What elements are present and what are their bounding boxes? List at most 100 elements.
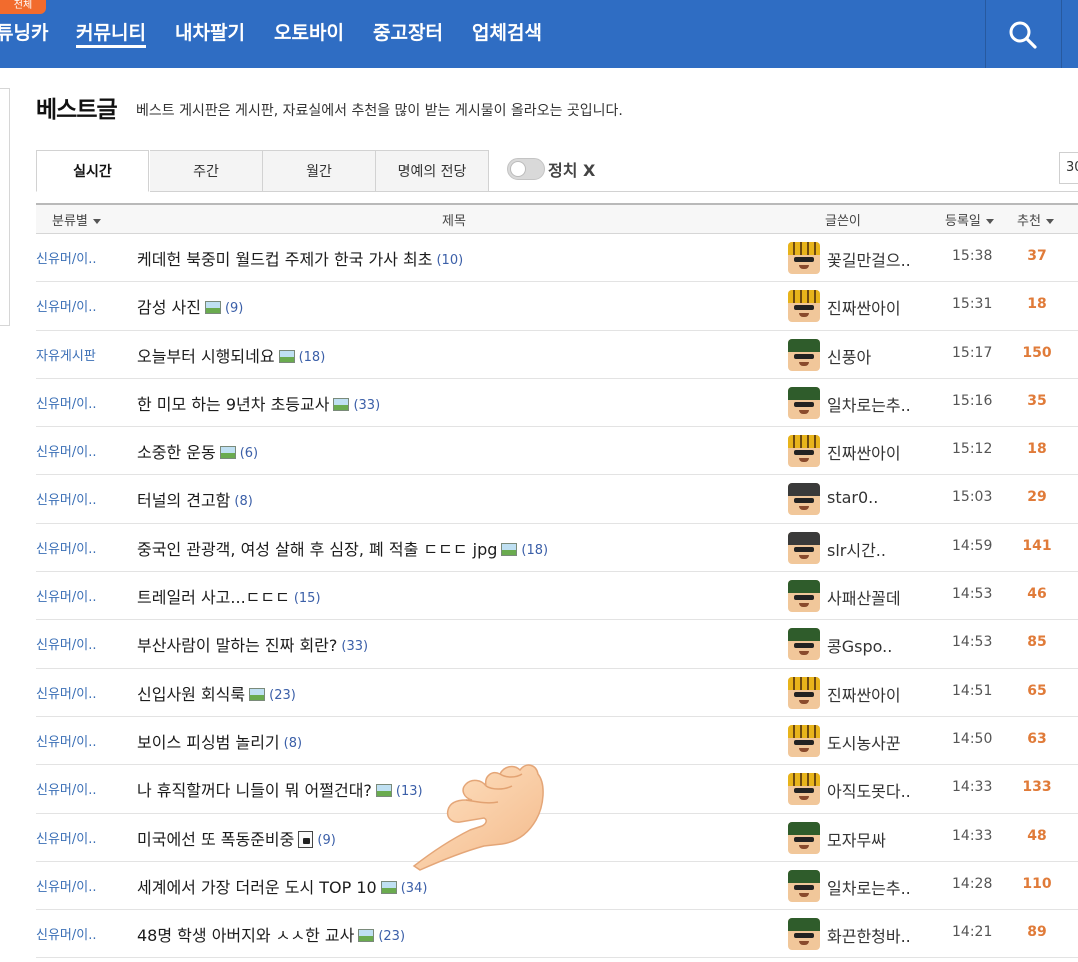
avatar-hat: [788, 773, 820, 787]
table-row[interactable]: 신유머/이.. 세계에서 가장 더러운 도시 TOP 10 (34) 일차로는추.. 1…: [36, 862, 1078, 911]
nav-item-company-search[interactable]: 업체검색: [472, 20, 542, 48]
post-title-link[interactable]: 오늘부터 시행되네요 (18): [137, 343, 325, 367]
table-row[interactable]: 신유머/이.. 미국에선 또 폭동준비중 (9) 모자무싸 14:33 48: [36, 814, 1078, 862]
post-title-link[interactable]: 나 휴직할꺼다 니들이 뭐 어쩔건대? (13): [137, 777, 423, 801]
table-row[interactable]: 신유머/이.. 신입사원 회식룩 (23) 진짜싼아이 14:51 65: [36, 669, 1078, 717]
table-row[interactable]: 신유머/이.. 트레일러 사고...ㄷㄷㄷ (15) 사패산꼴데 14:53 46: [36, 572, 1078, 621]
avatar[interactable]: [788, 531, 820, 564]
post-category[interactable]: 신유머/이..: [36, 586, 97, 605]
post-category[interactable]: 신유머/이..: [36, 296, 97, 315]
top-badge[interactable]: 전체: [0, 0, 46, 14]
table-row[interactable]: 신유머/이.. 나 휴직할꺼다 니들이 뭐 어쩔건대? (13) 아직도못다.. 14:…: [36, 765, 1078, 814]
recommend-count: 65: [1027, 682, 1047, 699]
post-title-link[interactable]: 한 미모 하는 9년차 초등교사 (33): [137, 391, 380, 415]
avatar[interactable]: [788, 435, 820, 468]
post-title-link[interactable]: 미국에선 또 폭동준비중 (9): [137, 826, 336, 850]
post-author[interactable]: 아직도못다..: [827, 778, 911, 802]
post-category[interactable]: 신유머/이..: [36, 731, 97, 750]
avatar[interactable]: [788, 628, 820, 661]
table-row[interactable]: 신유머/이.. 소중한 운동 (6) 진짜싼아이 15:12 18: [36, 427, 1078, 476]
post-category[interactable]: 신유머/이..: [36, 779, 97, 798]
per-page-select[interactable]: 30: [1059, 152, 1078, 184]
table-row[interactable]: 신유머/이.. 터널의 견고함 (8) star0.. 15:03 29: [36, 475, 1078, 524]
post-category[interactable]: 신유머/이..: [36, 924, 97, 943]
avatar[interactable]: [788, 724, 820, 757]
avatar[interactable]: [788, 580, 820, 613]
column-category-label: 분류별: [52, 214, 88, 229]
post-category[interactable]: 신유머/이..: [36, 634, 97, 653]
post-category[interactable]: 신유머/이..: [36, 441, 97, 460]
post-author[interactable]: 신풍아: [827, 344, 871, 368]
post-category[interactable]: 자유게시판: [36, 345, 96, 364]
post-author[interactable]: 꽃길만걸으..: [827, 247, 911, 271]
column-category[interactable]: 분류별: [52, 210, 101, 229]
post-author[interactable]: 화끈한청바..: [827, 923, 911, 947]
post-title-link[interactable]: 중국인 관광객, 여성 살해 후 심장, 폐 적출 ㄷㄷㄷ jpg (18): [137, 536, 548, 560]
post-title-link[interactable]: 48명 학생 아버지와 ㅅㅅ한 교사 (23): [137, 922, 405, 946]
post-title-link[interactable]: 소중한 운동 (6): [137, 439, 258, 463]
tab-weekly[interactable]: 주간: [150, 150, 263, 192]
nav-item-tuning[interactable]: 튜닝카: [0, 20, 48, 48]
nav-divider: [1061, 0, 1062, 68]
column-recommend[interactable]: 추천: [1017, 210, 1054, 229]
post-author[interactable]: 진짜싼아이: [827, 440, 901, 464]
avatar[interactable]: [788, 773, 820, 806]
post-title: 미국에선 또 폭동준비중: [137, 829, 295, 849]
tab-hall-of-fame[interactable]: 명예의 전당: [376, 150, 489, 192]
avatar-hat: [788, 869, 820, 883]
table-row[interactable]: 신유머/이.. 부산사람이 말하는 진짜 회란? (33) 콩Gspo.. 14:53 8…: [36, 620, 1078, 669]
avatar[interactable]: [788, 821, 820, 854]
post-author[interactable]: 도시농사꾼: [827, 730, 901, 754]
tab-monthly[interactable]: 월간: [263, 150, 376, 192]
post-category[interactable]: 신유머/이..: [36, 876, 97, 895]
table-row[interactable]: 자유게시판 오늘부터 시행되네요 (18) 신풍아 15:17 150: [36, 331, 1078, 379]
post-title-link[interactable]: 터널의 견고함 (8): [137, 487, 253, 511]
post-title-link[interactable]: 세계에서 가장 더러운 도시 TOP 10 (34): [137, 874, 427, 898]
avatar-mouth: [799, 603, 809, 608]
politics-toggle[interactable]: [507, 158, 545, 180]
table-row[interactable]: 신유머/이.. 감성 사진 (9) 진짜싼아이 15:31 18: [36, 282, 1078, 331]
nav-item-used-market[interactable]: 중고장터: [373, 20, 443, 48]
post-category[interactable]: 신유머/이..: [36, 683, 97, 702]
tab-realtime[interactable]: 실시간: [36, 150, 149, 192]
post-category[interactable]: 신유머/이..: [36, 489, 97, 508]
post-title-link[interactable]: 케데헌 북중미 월드컵 주제가 한국 가사 최초 (10): [137, 246, 463, 270]
avatar[interactable]: [788, 386, 820, 419]
nav-item-motorcycle[interactable]: 오토바이: [274, 20, 344, 48]
nav-item-community[interactable]: 커뮤니티: [76, 20, 146, 48]
nav-item-sell-car[interactable]: 내차팔기: [175, 20, 245, 48]
post-author[interactable]: 진짜싼아이: [827, 295, 901, 319]
post-title-link[interactable]: 부산사람이 말하는 진짜 회란? (33): [137, 632, 368, 656]
comment-count: (8): [234, 494, 253, 510]
post-category[interactable]: 신유머/이..: [36, 393, 97, 412]
post-author[interactable]: star0..: [827, 488, 878, 507]
search-button[interactable]: [986, 0, 1060, 68]
table-row[interactable]: 신유머/이.. 케데헌 북중미 월드컵 주제가 한국 가사 최초 (10) 꽃길만걸으…: [36, 234, 1078, 283]
post-author[interactable]: 일차로는추..: [827, 875, 911, 899]
post-category[interactable]: 신유머/이..: [36, 538, 97, 557]
post-category[interactable]: 신유머/이..: [36, 828, 97, 847]
avatar[interactable]: [788, 676, 820, 709]
avatar[interactable]: [788, 483, 820, 516]
avatar[interactable]: [788, 869, 820, 902]
column-date[interactable]: 등록일: [945, 210, 994, 229]
post-author[interactable]: 진짜싼아이: [827, 682, 901, 706]
table-row[interactable]: 신유머/이.. 보이스 피싱범 놀리기 (8) 도시농사꾼 14:50 63: [36, 717, 1078, 766]
post-title-link[interactable]: 감성 사진 (9): [137, 294, 243, 318]
table-row[interactable]: 신유머/이.. 중국인 관광객, 여성 살해 후 심장, 폐 적출 ㄷㄷㄷ jpg…: [36, 524, 1078, 573]
post-author[interactable]: 사패산꼴데: [827, 585, 901, 609]
post-title-link[interactable]: 트레일러 사고...ㄷㄷㄷ (15): [137, 584, 321, 608]
avatar[interactable]: [788, 242, 820, 274]
post-category[interactable]: 신유머/이..: [36, 248, 97, 267]
table-row[interactable]: 신유머/이.. 한 미모 하는 9년차 초등교사 (33) 일차로는추.. 15:16 3…: [36, 379, 1078, 428]
post-author[interactable]: slr시간..: [827, 537, 886, 561]
table-row[interactable]: 신유머/이.. 48명 학생 아버지와 ㅅㅅ한 교사 (23) 화끈한청바.. 14:2…: [36, 910, 1078, 959]
post-author[interactable]: 모자무싸: [827, 827, 886, 851]
avatar[interactable]: [788, 918, 820, 951]
post-title-link[interactable]: 신입사원 회식룩 (23): [137, 681, 296, 705]
post-author[interactable]: 콩Gspo..: [827, 633, 892, 657]
post-title-link[interactable]: 보이스 피싱범 놀리기 (8): [137, 729, 302, 753]
post-author[interactable]: 일차로는추..: [827, 392, 911, 416]
avatar[interactable]: [788, 338, 820, 371]
avatar[interactable]: [788, 290, 820, 323]
